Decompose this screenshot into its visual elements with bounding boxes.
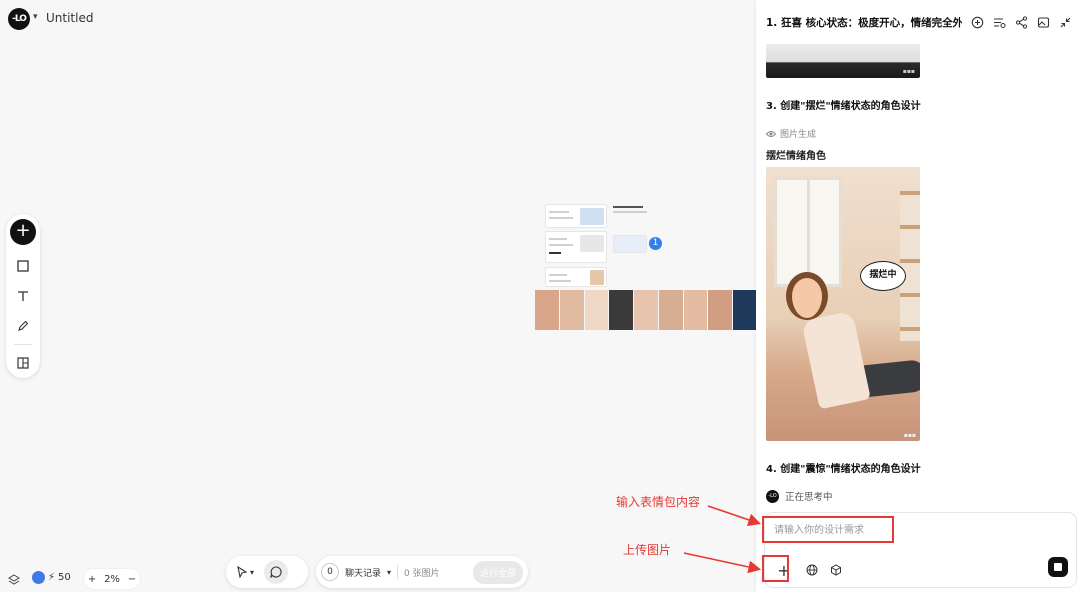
share-icon[interactable] (1015, 14, 1028, 29)
history-list-icon[interactable] (993, 14, 1006, 28)
collapse-icon[interactable] (1059, 14, 1072, 28)
annotation-input-box (762, 516, 894, 543)
new-chat-icon[interactable] (971, 14, 984, 29)
panel-header: 1. 狂喜 核心状态：极度开心，情绪完全外... (756, 0, 1080, 44)
image-gallery-icon[interactable] (1037, 14, 1050, 28)
panel-title: 1. 狂喜 核心状态：极度开心，情绪完全外... (766, 16, 962, 29)
annotation-arrows (683, 505, 762, 574)
annotation-upload-box (762, 555, 789, 582)
panel-actions (971, 14, 1072, 29)
